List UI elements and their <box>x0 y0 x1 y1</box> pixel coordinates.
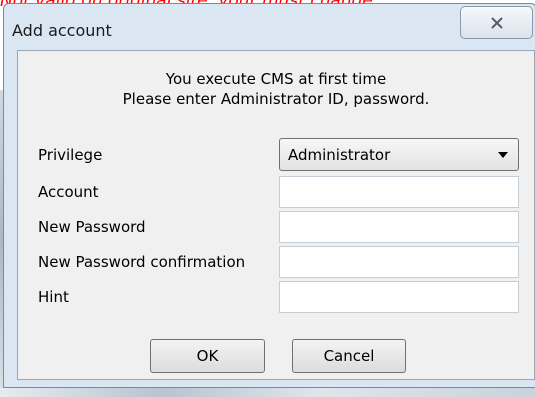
hint-label: Hint <box>38 288 69 306</box>
ok-button[interactable]: OK <box>150 339 265 373</box>
close-button[interactable] <box>460 6 533 39</box>
cancel-button[interactable]: Cancel <box>292 339 406 373</box>
hint-input[interactable] <box>279 281 519 313</box>
confirm-password-input[interactable] <box>279 246 519 278</box>
account-input[interactable] <box>279 176 519 208</box>
intro-message: You execute CMS at first time Please ent… <box>18 69 534 109</box>
intro-line-2: Please enter Administrator ID, password. <box>122 90 430 108</box>
dialog-content: You execute CMS at first time Please ent… <box>17 50 535 380</box>
account-label: Account <box>38 183 99 201</box>
close-icon <box>490 16 503 29</box>
background-taskbar-strip <box>0 388 535 397</box>
privilege-label: Privilege <box>38 146 103 164</box>
intro-line-1: You execute CMS at first time <box>165 70 387 88</box>
confirm-password-label: New Password confirmation <box>38 253 246 271</box>
new-password-input[interactable] <box>279 211 519 243</box>
privilege-select[interactable]: Administrator <box>279 138 519 171</box>
dialog-title: Add account <box>12 21 112 40</box>
chevron-down-icon <box>498 151 508 158</box>
add-account-dialog: Add account You execute CMS at first tim… <box>3 3 535 388</box>
privilege-value: Administrator <box>288 145 391 164</box>
new-password-label: New Password <box>38 218 146 236</box>
